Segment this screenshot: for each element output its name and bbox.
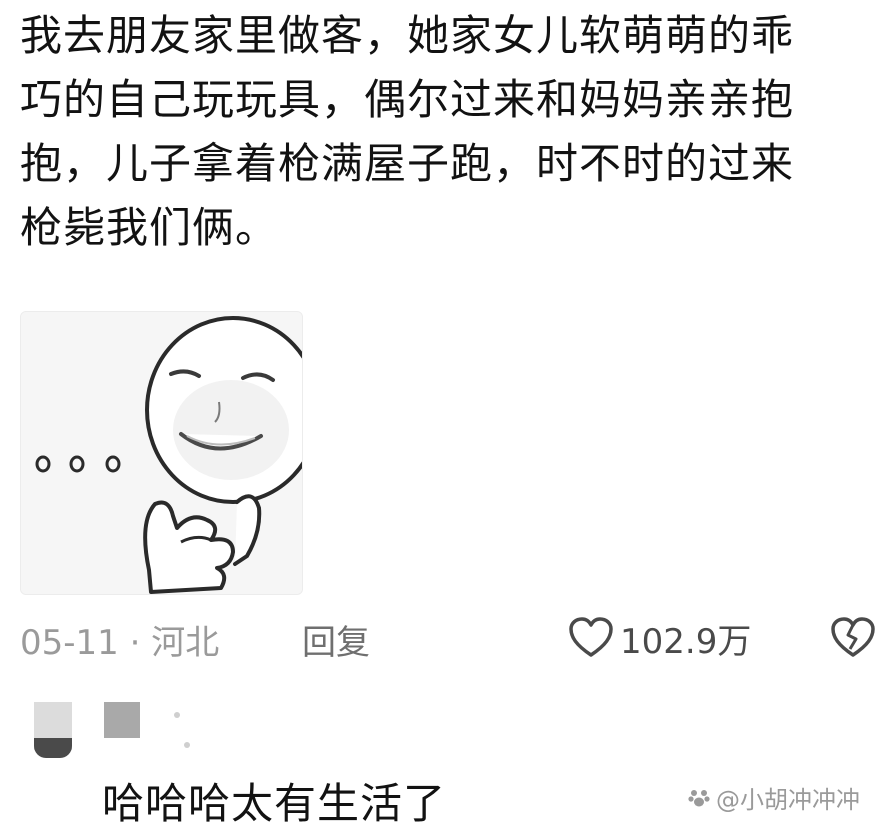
heart-outline-icon (569, 617, 613, 657)
post-line-1: 我去朋友家里做客，她家女儿软萌萌的乖 (20, 11, 795, 60)
avatar-shadow (34, 738, 72, 758)
meme-face-icon (21, 312, 302, 594)
watermark-text: @小胡冲冲冲 (716, 786, 860, 814)
date-location-label: 05-11 · 河北 (20, 623, 220, 663)
reply-dot (174, 712, 180, 718)
meme-sticker-image[interactable] (20, 311, 303, 595)
post-line-2: 巧的自己玩玩具，偶尔过来和妈妈亲亲抱 (20, 75, 795, 124)
paw-icon (688, 789, 710, 806)
watermark: @小胡冲冲冲 (688, 780, 860, 815)
broken-heart-icon[interactable] (830, 615, 876, 661)
reply-button[interactable]: 回复 (302, 615, 370, 664)
post-line-4: 枪毙我们俩。 (20, 203, 279, 252)
like-button[interactable]: 102.9万 (568, 613, 751, 663)
post-content: 我去朋友家里做客，她家女儿软萌萌的乖 巧的自己玩玩具，偶尔过来和妈妈亲亲抱 抱，… (20, 4, 886, 260)
post-line-3: 抱，儿子拿着枪满屋子跑，时不时的过来 (20, 139, 795, 188)
like-count: 102.9万 (620, 621, 752, 662)
reply-username-placeholder[interactable] (104, 702, 140, 738)
reply-text: 哈哈哈太有生活了 (102, 779, 447, 828)
reply-dot-2 (184, 742, 190, 748)
comment-meta-bar: 05-11 · 河北 回复 102.9万 (0, 605, 896, 669)
